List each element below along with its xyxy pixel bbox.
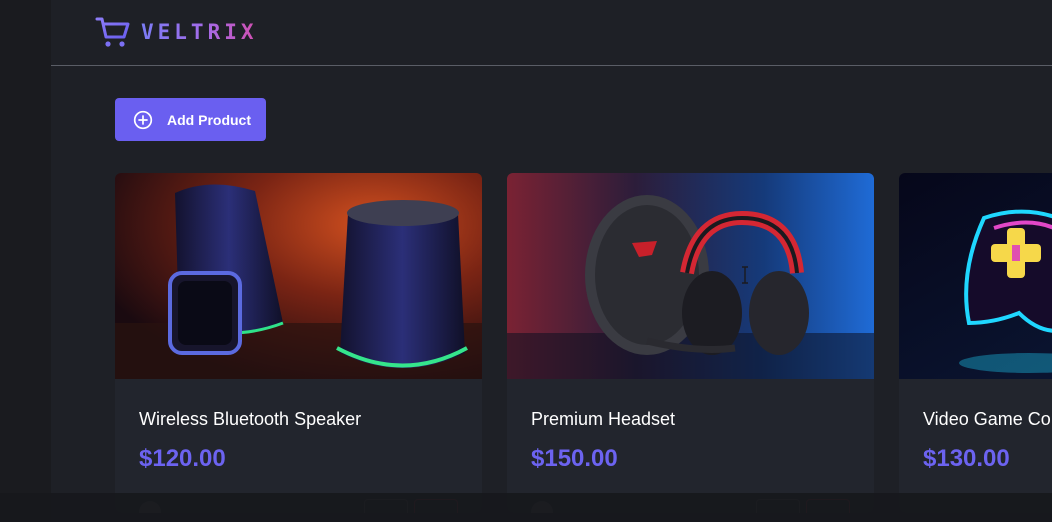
product-title: Video Game Co xyxy=(923,409,1051,429)
shopping-cart-icon xyxy=(95,14,131,50)
product-image[interactable] xyxy=(115,173,482,379)
gaming-headset-photo xyxy=(507,173,874,379)
speaker-and-smartwatch-photo xyxy=(115,173,482,379)
top-header: VELTRIX xyxy=(51,0,1052,66)
product-image[interactable] xyxy=(507,173,874,379)
add-product-button[interactable]: Add Product xyxy=(115,98,266,141)
brand-logo[interactable]: VELTRIX xyxy=(95,14,258,50)
plus-circle-icon xyxy=(133,110,153,129)
bottom-overlay xyxy=(0,493,1052,522)
product-price: $130.00 xyxy=(923,445,1010,472)
product-card[interactable]: Premium Headset $150.00 xyxy=(507,173,874,513)
product-image[interactable] xyxy=(899,173,1052,379)
text-cursor-icon xyxy=(742,266,748,284)
product-title: Wireless Bluetooth Speaker xyxy=(139,409,362,429)
product-card[interactable]: Wireless Bluetooth Speaker $120.00 xyxy=(115,173,482,513)
product-title: Premium Headset xyxy=(531,409,676,429)
product-price: $150.00 xyxy=(531,445,618,472)
left-gutter xyxy=(0,0,51,522)
product-price: $120.00 xyxy=(139,445,226,472)
brand-name: VELTRIX xyxy=(141,20,258,44)
add-product-label: Add Product xyxy=(167,111,251,128)
neon-game-controller-photo xyxy=(899,173,1052,379)
app-root: VELTRIX Add Product Wireless Bluetooth S… xyxy=(0,0,1052,522)
product-card[interactable]: Video Game Co $130.00 xyxy=(899,173,1052,513)
